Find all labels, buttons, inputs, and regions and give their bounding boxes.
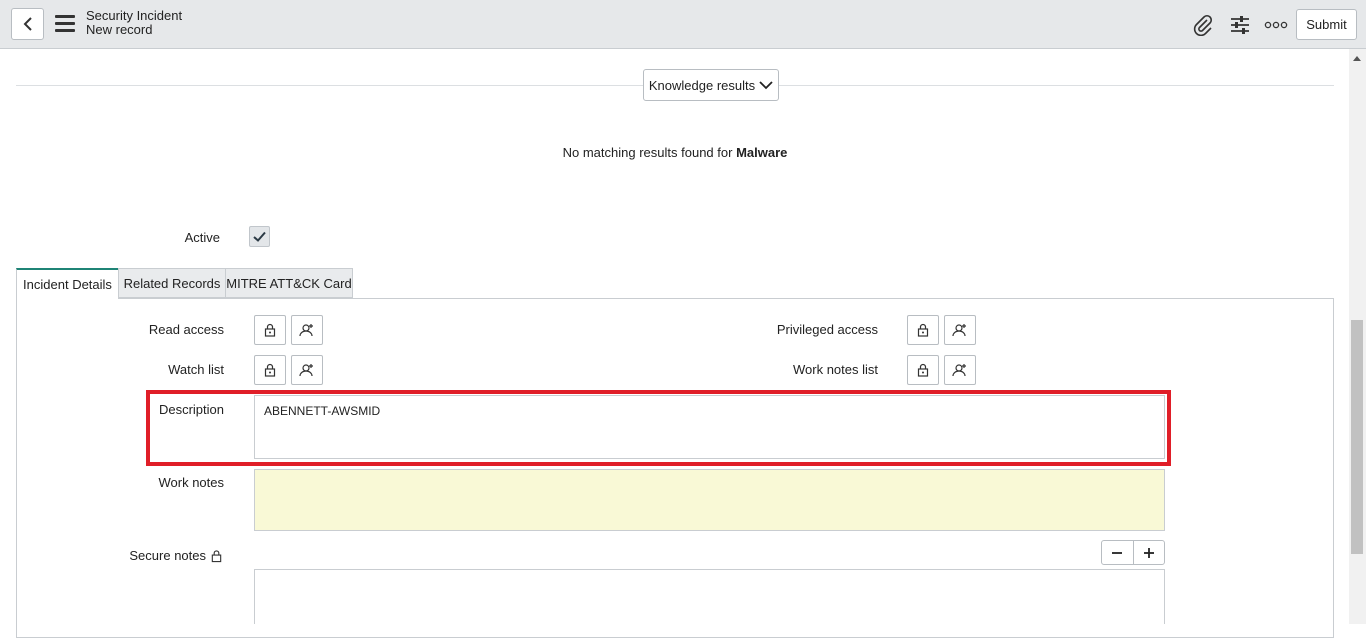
- read-access-label: Read access: [148, 322, 224, 337]
- record-subtitle: New record: [86, 22, 153, 37]
- back-button[interactable]: [11, 8, 44, 40]
- active-checkbox[interactable]: [249, 226, 270, 247]
- sliders-icon[interactable]: [1227, 12, 1253, 38]
- record-type-title: Security Incident: [86, 8, 183, 23]
- work-notes-list-lock-button[interactable]: [907, 355, 939, 385]
- secure-notes-field[interactable]: [254, 569, 1165, 624]
- work-notes-field[interactable]: [254, 469, 1165, 531]
- secure-notes-label: Secure notes: [129, 548, 206, 563]
- secure-notes-resize-stepper[interactable]: [1101, 540, 1165, 565]
- watch-list-add-me-button[interactable]: [291, 355, 323, 385]
- form-header: Security Incident New record Submit: [0, 0, 1366, 49]
- knowledge-results-label: Knowledge results: [648, 77, 756, 93]
- lock-icon: [264, 323, 276, 337]
- privileged-access-lock-button[interactable]: [907, 315, 939, 345]
- work-notes-label: Work notes: [158, 475, 224, 490]
- chevron-down-icon: [759, 81, 773, 90]
- more-options-icon[interactable]: [1263, 12, 1289, 38]
- lock-icon: [917, 323, 929, 337]
- scrollbar-thumb[interactable]: [1351, 320, 1363, 554]
- read-access-lock-button[interactable]: [254, 315, 286, 345]
- no-results-term: Malware: [736, 145, 788, 160]
- no-results-message: No matching results found for Malware: [0, 145, 1350, 160]
- active-tab-connector: [17, 297, 118, 300]
- work-notes-list-add-me-button[interactable]: [944, 355, 976, 385]
- tab-related-records[interactable]: Related Records: [118, 268, 226, 298]
- lock-icon: [211, 550, 222, 563]
- menu-icon[interactable]: [55, 15, 75, 33]
- header-titles: Security Incident New record: [86, 9, 182, 37]
- submit-button[interactable]: Submit: [1296, 9, 1357, 40]
- no-results-text: No matching results found for: [562, 145, 733, 160]
- read-access-add-me-button[interactable]: [291, 315, 323, 345]
- active-label: Active: [184, 230, 220, 245]
- watch-list-lock-button[interactable]: [254, 355, 286, 385]
- lock-icon: [917, 363, 929, 377]
- minus-icon[interactable]: [1102, 541, 1134, 564]
- add-user-icon: [299, 324, 313, 337]
- checkmark-icon: [253, 231, 266, 242]
- chevron-left-icon: [23, 17, 32, 31]
- paperclip-icon[interactable]: [1190, 12, 1216, 38]
- work-notes-list-label: Work notes list: [792, 362, 878, 377]
- privileged-access-add-me-button[interactable]: [944, 315, 976, 345]
- add-user-icon: [299, 364, 313, 377]
- tab-incident-details[interactable]: Incident Details: [16, 268, 119, 299]
- highlight-annotation: [146, 390, 1171, 466]
- plus-icon[interactable]: [1134, 541, 1165, 564]
- watch-list-label: Watch list: [168, 362, 224, 377]
- knowledge-results-button[interactable]: Knowledge results: [643, 69, 779, 101]
- lock-icon: [264, 363, 276, 377]
- tab-mitre-attack-card[interactable]: MITRE ATT&CK Card: [225, 268, 353, 298]
- add-user-icon: [952, 324, 966, 337]
- add-user-icon: [952, 364, 966, 377]
- privileged-access-label: Privileged access: [776, 322, 878, 337]
- scroll-up-arrow-icon[interactable]: [1353, 56, 1361, 61]
